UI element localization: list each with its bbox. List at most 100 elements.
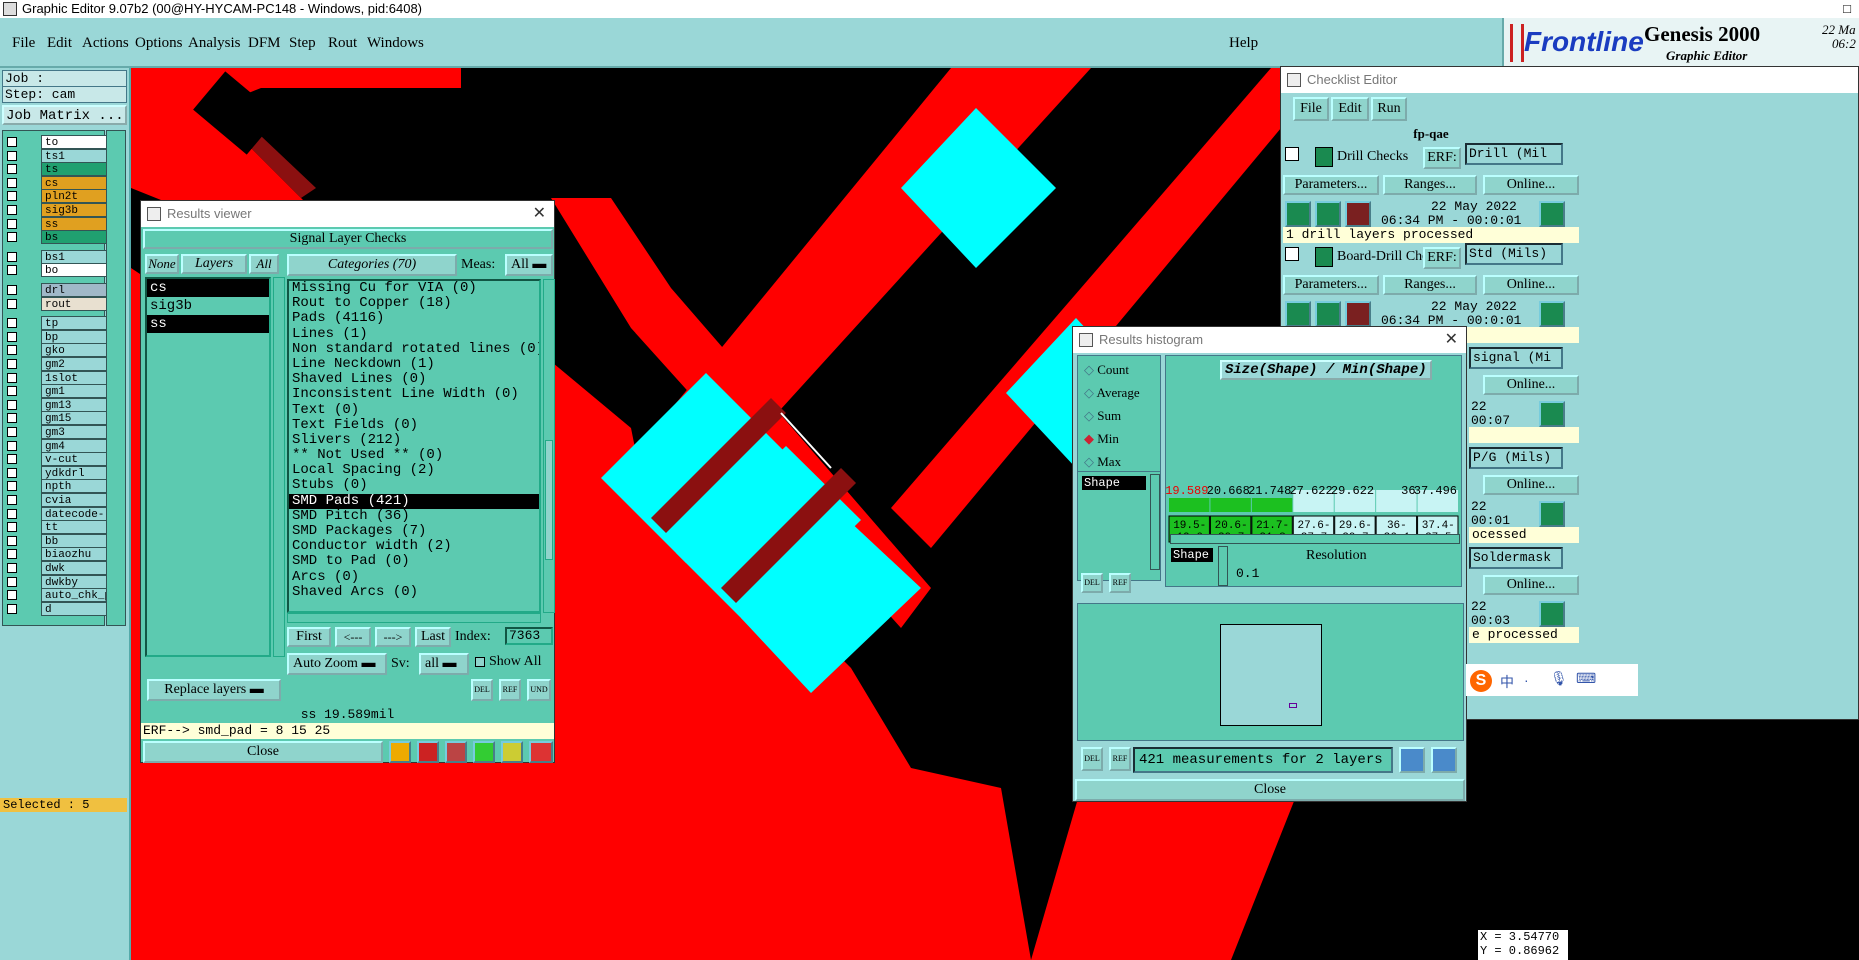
hist-del-button[interactable]: DEL xyxy=(1081,573,1103,593)
hist-ref-button[interactable]: REF xyxy=(1109,573,1131,593)
chart-title[interactable]: Size(Shape) / Min(Shape) xyxy=(1220,360,1432,380)
prev-button[interactable]: <--- xyxy=(335,627,371,647)
erf-value[interactable]: Std (Mils) xyxy=(1465,243,1563,265)
run-icon[interactable] xyxy=(1285,301,1311,327)
checklist-menu-run[interactable]: Run xyxy=(1371,97,1407,121)
zoom-icon[interactable] xyxy=(1539,201,1565,227)
close-button[interactable]: Close xyxy=(143,741,383,763)
category-hscrollbar[interactable] xyxy=(287,613,541,623)
category-item[interactable]: Local Spacing (2) xyxy=(289,463,539,478)
layer-checkbox[interactable] xyxy=(7,399,17,410)
ime-punctuation[interactable]: · xyxy=(1524,672,1529,688)
zoom-icon[interactable] xyxy=(1399,747,1425,773)
category-item[interactable]: Arcs (0) xyxy=(289,569,539,585)
mode-max[interactable]: ◇ Max xyxy=(1084,454,1121,470)
layer-checkbox[interactable] xyxy=(7,177,17,188)
last-button[interactable]: Last xyxy=(415,627,451,647)
layer-checkbox[interactable] xyxy=(7,232,17,243)
menu-dfm[interactable]: DFM xyxy=(248,35,281,52)
parameters-button[interactable]: Parameters... xyxy=(1283,175,1379,195)
category-item[interactable]: Non standard rotated lines (0) xyxy=(289,341,539,357)
job-matrix-button[interactable]: Job Matrix ... xyxy=(2,105,127,125)
layer-checkbox[interactable] xyxy=(7,495,17,505)
menu-edit[interactable]: Edit xyxy=(47,35,72,52)
layer-list-scrollbar[interactable] xyxy=(106,130,126,626)
menu-windows[interactable]: Windows xyxy=(367,35,424,52)
show-all-checkbox[interactable] xyxy=(475,657,485,667)
category-item[interactable]: Slivers (212) xyxy=(289,432,539,448)
category-item[interactable]: Lines (1) xyxy=(289,326,539,342)
sv-dropdown[interactable]: all ▬ xyxy=(419,653,469,675)
check-group-header[interactable]: Signal Layer Checks xyxy=(143,229,553,249)
layer-checkbox[interactable] xyxy=(7,137,17,147)
checklist-menu-file[interactable]: File xyxy=(1293,97,1329,121)
layer-checkbox[interactable] xyxy=(7,413,17,424)
layer-checkbox[interactable] xyxy=(7,251,17,262)
list-item[interactable]: ss xyxy=(147,315,269,333)
field-shape[interactable]: Shape xyxy=(1082,476,1146,490)
category-item[interactable]: SMD Pads (421) xyxy=(289,493,539,509)
ime-chinese-mode[interactable]: 中 xyxy=(1500,672,1514,692)
run-icon[interactable] xyxy=(1285,201,1311,227)
preview-ref-button[interactable]: REF xyxy=(1109,747,1131,771)
menu-help[interactable]: Help xyxy=(1229,35,1258,52)
report-icon[interactable] xyxy=(417,741,439,763)
layer-checkbox[interactable] xyxy=(7,535,17,546)
stop-icon[interactable] xyxy=(1345,201,1371,227)
layer-checkbox[interactable] xyxy=(7,318,17,329)
menu-step[interactable]: Step xyxy=(289,35,316,52)
menu-analysis[interactable]: Analysis xyxy=(188,35,241,52)
layer-checkbox[interactable] xyxy=(7,590,17,601)
layer-list-scrollbar[interactable] xyxy=(273,277,285,657)
mode-min[interactable]: ◆ Min xyxy=(1084,431,1119,447)
check-enable-checkbox[interactable] xyxy=(1285,147,1299,161)
checklist-menu-edit[interactable]: Edit xyxy=(1331,97,1369,121)
mode-average[interactable]: ◇ Average xyxy=(1084,385,1140,401)
online-button[interactable]: Online... xyxy=(1483,575,1579,595)
category-scroll-thumb[interactable] xyxy=(545,440,553,560)
layer-checkbox[interactable] xyxy=(7,481,17,492)
layer-checkbox[interactable] xyxy=(7,386,17,397)
layer-checkbox[interactable] xyxy=(7,331,17,342)
layer-checkbox[interactable] xyxy=(7,191,17,202)
del-button[interactable]: DEL xyxy=(471,679,493,701)
check-enable-checkbox[interactable] xyxy=(1285,247,1299,261)
layer-checkbox[interactable] xyxy=(7,522,17,533)
meas-dropdown[interactable]: All ▬ xyxy=(505,254,553,276)
layer-checkbox[interactable] xyxy=(7,508,17,519)
layer-results-list[interactable]: cs sig3b ss xyxy=(145,277,271,657)
category-list[interactable]: Missing Cu for VIA (0) Rout to Copper (18… xyxy=(287,279,541,613)
category-item[interactable]: Line Neckdown (1) xyxy=(289,356,539,372)
layer-checkbox[interactable] xyxy=(7,427,17,437)
step-icon[interactable] xyxy=(473,741,495,763)
shape-selection[interactable]: Shape xyxy=(1171,548,1213,562)
keyboard-icon[interactable]: ⌨ xyxy=(1576,670,1596,687)
erf-button[interactable]: ERF: xyxy=(1423,147,1461,169)
undo-button[interactable]: UND xyxy=(527,679,551,701)
ime-logo-icon[interactable]: S xyxy=(1470,670,1492,692)
category-item[interactable]: Shaved Arcs (0) xyxy=(289,584,539,600)
ranges-button[interactable]: Ranges... xyxy=(1383,275,1477,295)
category-item[interactable]: SMD Pitch (36) xyxy=(289,508,539,524)
histogram-bar[interactable] xyxy=(1169,498,1210,512)
ranges-button[interactable]: Ranges... xyxy=(1383,175,1477,195)
chart-icon[interactable] xyxy=(529,741,553,763)
categories-button[interactable]: Categories (70) xyxy=(287,254,457,276)
close-icon[interactable]: ✕ xyxy=(533,201,546,227)
erf-value[interactable]: Drill (Mil xyxy=(1465,143,1563,165)
layer-checkbox[interactable] xyxy=(7,440,17,451)
online-button[interactable]: Online... xyxy=(1483,475,1579,495)
layer-checkbox[interactable] xyxy=(7,563,17,573)
run-all-icon[interactable] xyxy=(1315,201,1341,227)
ref-button[interactable]: REF xyxy=(499,679,521,701)
menu-actions[interactable]: Actions xyxy=(82,35,129,52)
run-all-icon[interactable] xyxy=(1315,301,1341,327)
menu-options[interactable]: Options xyxy=(135,35,183,52)
zoom-icon[interactable] xyxy=(1539,501,1565,527)
layer-checkbox[interactable] xyxy=(7,298,17,309)
category-item[interactable]: SMD Packages (7) xyxy=(289,523,539,539)
replace-layers-dropdown[interactable]: Replace layers ▬ xyxy=(147,679,281,701)
list-icon[interactable] xyxy=(501,741,523,763)
layer-checkbox[interactable] xyxy=(7,265,17,276)
mode-count[interactable]: ◇ Count xyxy=(1084,362,1129,378)
